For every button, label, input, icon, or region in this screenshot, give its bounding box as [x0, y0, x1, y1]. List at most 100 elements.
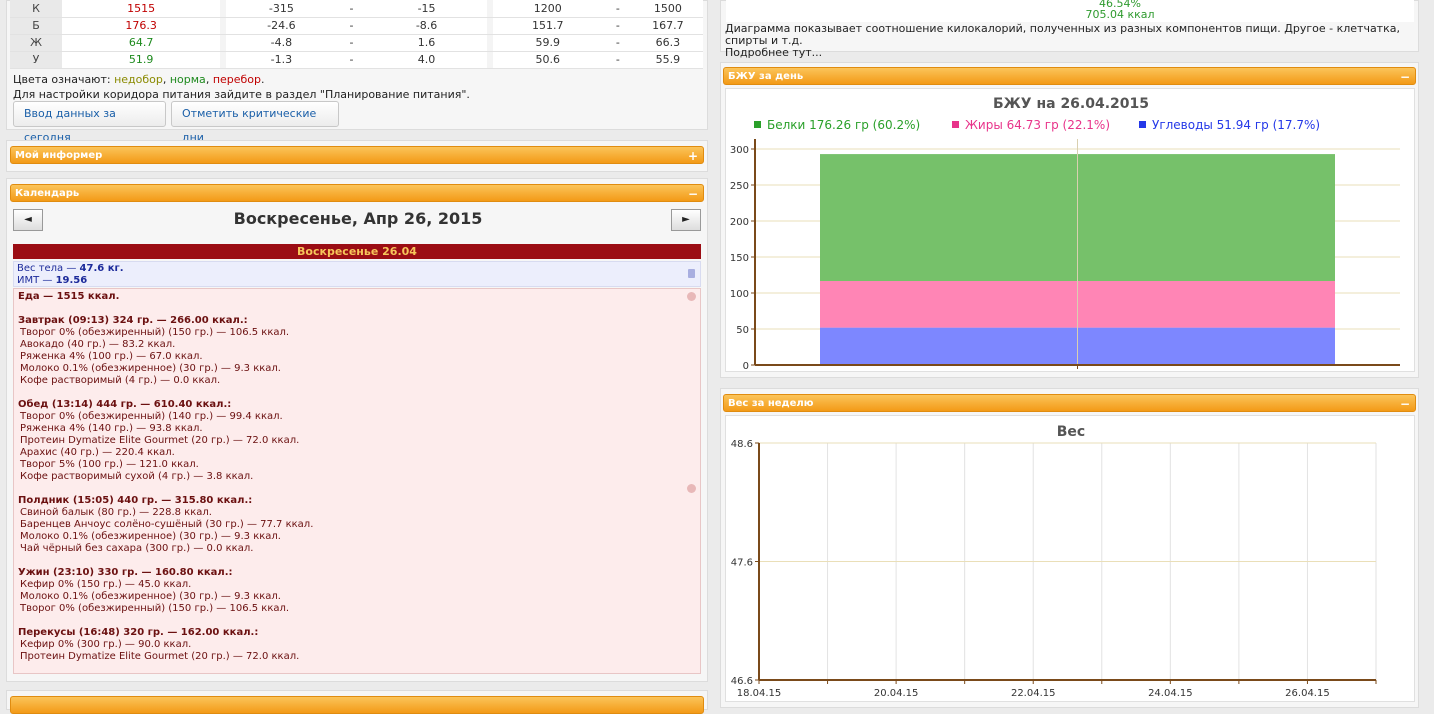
legend-high: перебор — [212, 73, 262, 86]
bmi-line: ИМТ — 19.56 — [17, 275, 697, 287]
meal-item: Протеин Dymatize Elite Gourmet (20 гр.) … — [20, 651, 300, 662]
range-dash: - — [602, 0, 633, 18]
bju-panel-title: БЖУ за день — [728, 71, 804, 82]
more-link[interactable]: Подробнее тут... — [725, 47, 1415, 59]
deviation-max: 1.6 — [366, 34, 487, 52]
y-tick-label: 100 — [730, 289, 749, 300]
nutrient-value: 64.7 — [62, 34, 221, 52]
range-dash: - — [336, 51, 367, 69]
left-column: К 1515 -315- -15 1200-1500 Б 176.3 -24.6- -8.6 15… — [0, 0, 712, 714]
norm-max: 167.7 — [632, 17, 703, 35]
meal-item: Кофе растворимый (4 гр.) — 0.0 ккал. — [20, 375, 221, 386]
meal-item: Творог 0% (обезжиренный) (150 гр.) — 106… — [20, 327, 290, 338]
deviation-max: -15 — [366, 0, 487, 18]
meal-title[interactable]: Ужин (23:10) 330 гр. — 160.80 ккал.: — [18, 567, 696, 579]
bmi-value: 19.56 — [55, 275, 88, 286]
meal-item: Кефир 0% (150 гр.) — 45.0 ккал. — [20, 579, 192, 590]
meal-item: Ряженка 4% (100 гр.) — 67.0 ккал. — [20, 351, 203, 362]
x-tick-label: 22.04.15 — [1011, 688, 1056, 699]
bmi-label: ИМТ — — [17, 275, 56, 286]
y-tick-label: 250 — [730, 181, 749, 192]
legend-end: . — [261, 73, 265, 86]
bju-header[interactable]: БЖУ за день − — [723, 67, 1416, 85]
collapse-icon[interactable]: − — [688, 185, 698, 203]
weight-header[interactable]: Вес за неделю − — [723, 394, 1416, 412]
meal-item: Молоко 0.1% (обезжиренное) (30 гр.) — 9.… — [20, 531, 281, 542]
meal-item: Творог 0% (обезжиренный) (150 гр.) — 106… — [20, 603, 290, 614]
weight-panel-title: Вес за неделю — [728, 398, 814, 409]
weight-line: Вес тела — 47.6 кг. — [17, 263, 697, 275]
x-tick-label: 24.04.15 — [1148, 688, 1193, 699]
enter-today-button[interactable]: Ввод данных за сегодня — [13, 101, 166, 144]
y-tick-label: 46.6 — [731, 676, 753, 687]
y-tick-label: 200 — [730, 217, 749, 228]
collapse-icon[interactable]: − — [1400, 68, 1410, 86]
norm-min: 50.6 — [492, 51, 603, 69]
range-dash: - — [336, 17, 367, 35]
norm-min: 1200 — [492, 0, 603, 18]
meal-title[interactable]: Завтрак (09:13) 324 гр. — 266.00 ккал.: — [18, 315, 696, 327]
trash-icon[interactable] — [688, 269, 695, 278]
norm-min: 151.7 — [492, 17, 603, 35]
nutrient-label: Б — [10, 17, 63, 35]
x-tick-label: 26.04.15 — [1285, 688, 1330, 699]
edit-icon[interactable] — [687, 484, 696, 493]
nutrient-label: Ж — [10, 34, 63, 52]
meal-block: Обед (13:14) 444 гр. — 610.40 ккал.: Твор… — [18, 399, 696, 483]
edit-icon[interactable] — [687, 292, 696, 301]
norm-min: 59.9 — [492, 34, 603, 52]
x-tick-label: 18.04.15 — [737, 688, 782, 699]
meal-item: Чай чёрный без сахара (300 гр.) — 0.0 кк… — [20, 543, 254, 554]
nutrient-value: 51.9 — [62, 51, 221, 69]
nutrition-table: К 1515 -315- -15 1200-1500 Б 176.3 -24.6- -8.6 15… — [10, 0, 703, 69]
range-dash: - — [602, 34, 633, 52]
range-dash: - — [336, 0, 367, 18]
weight-chart: 48.6 47.6 46.618.04.15 20.04.15 22.04.15 24.0… — [731, 439, 1377, 699]
deviation-max: -8.6 — [366, 17, 487, 35]
color-legend: Цвета означают: недобор, норма, перебор. — [13, 73, 265, 86]
meal-title[interactable]: Обед (13:14) 444 гр. — 610.40 ккал.: — [18, 399, 696, 411]
food-log-box[interactable]: Еда — 1515 ккал. Завтрак (09:13) 324 гр.… — [13, 288, 701, 674]
diagram-note: Диаграмма показывает соотношение килокал… — [725, 23, 1415, 59]
meal-item: Кефир 0% (300 гр.) — 90.0 ккал. — [20, 639, 192, 650]
norm-max: 1500 — [632, 0, 703, 18]
y-tick-label: 47.6 — [731, 558, 753, 569]
expand-icon[interactable]: + — [688, 147, 698, 165]
meal-item: Молоко 0.1% (обезжиренное) (30 гр.) — 9.… — [20, 363, 281, 374]
collapse-icon[interactable]: − — [1400, 395, 1410, 413]
meal-item: Баренцев Анчоус солёно-сушёный (30 гр.) … — [20, 519, 314, 530]
weight-label: Вес тела — — [17, 263, 80, 274]
informer-header[interactable]: Мой информер + — [10, 146, 704, 164]
calendar-date-title: Воскресенье, Апр 26, 2015 — [233, 209, 483, 228]
meal-item: Творог 5% (100 гр.) — 121.0 ккал. — [20, 459, 199, 470]
next-panel-header[interactable] — [10, 696, 704, 714]
calendar-header[interactable]: Календарь − — [10, 184, 704, 202]
calendar-panel-title: Календарь — [15, 188, 80, 199]
prev-day-button[interactable]: ◄ — [13, 209, 43, 231]
nutrient-row: К 1515 -315- -15 1200-1500 — [10, 0, 703, 18]
nutrient-label: У — [10, 51, 63, 69]
y-tick-label: 48.6 — [731, 439, 753, 450]
meal-item: Кофе растворимый сухой (4 гр.) — 3.8 кка… — [20, 471, 254, 482]
body-weight-box[interactable]: Вес тела — 47.6 кг. ИМТ — 19.56 — [13, 261, 701, 287]
meal-block: Завтрак (09:13) 324 гр. — 266.00 ккал.: Т… — [18, 315, 696, 387]
deviation-min: -4.8 — [226, 34, 337, 52]
mark-critical-days-button[interactable]: Отметить критические дни — [171, 101, 339, 144]
nutrient-value: 1515 — [62, 0, 221, 18]
next-day-button[interactable]: ► — [671, 209, 701, 231]
weight-value: 47.6 кг. — [79, 263, 124, 274]
meal-item: Ряженка 4% (140 гр.) — 93.8 ккал. — [20, 423, 203, 434]
range-dash: - — [336, 34, 367, 52]
day-header-bar: Воскресенье 26.04 — [13, 244, 701, 259]
meal-item: Авокадо (40 гр.) — 83.2 ккал. — [20, 339, 176, 350]
legend-sep: , — [162, 73, 170, 86]
nutrient-label: К — [10, 0, 63, 18]
nutrient-row: Ж 64.7 -4.8-1.6 59.9-66.3 — [10, 34, 703, 52]
meal-item: Молоко 0.1% (обезжиренное) (30 гр.) — 9.… — [20, 591, 281, 602]
meal-title[interactable]: Перекусы (16:48) 320 гр. — 162.00 ккал.: — [18, 627, 696, 639]
y-tick-label: 50 — [736, 325, 749, 336]
bju-chart-box: БЖУ на 26.04.2015 Белки 176.26 гр (60.2%… — [725, 88, 1415, 372]
weight-chart-box: Вес 48.6 47.6 46.6 18.04.15 20.04.15 22.04.15… — [725, 415, 1415, 702]
meal-title[interactable]: Полдник (15:05) 440 гр. — 315.80 ккал.: — [18, 495, 696, 507]
y-tick-label: 300 — [730, 145, 749, 156]
